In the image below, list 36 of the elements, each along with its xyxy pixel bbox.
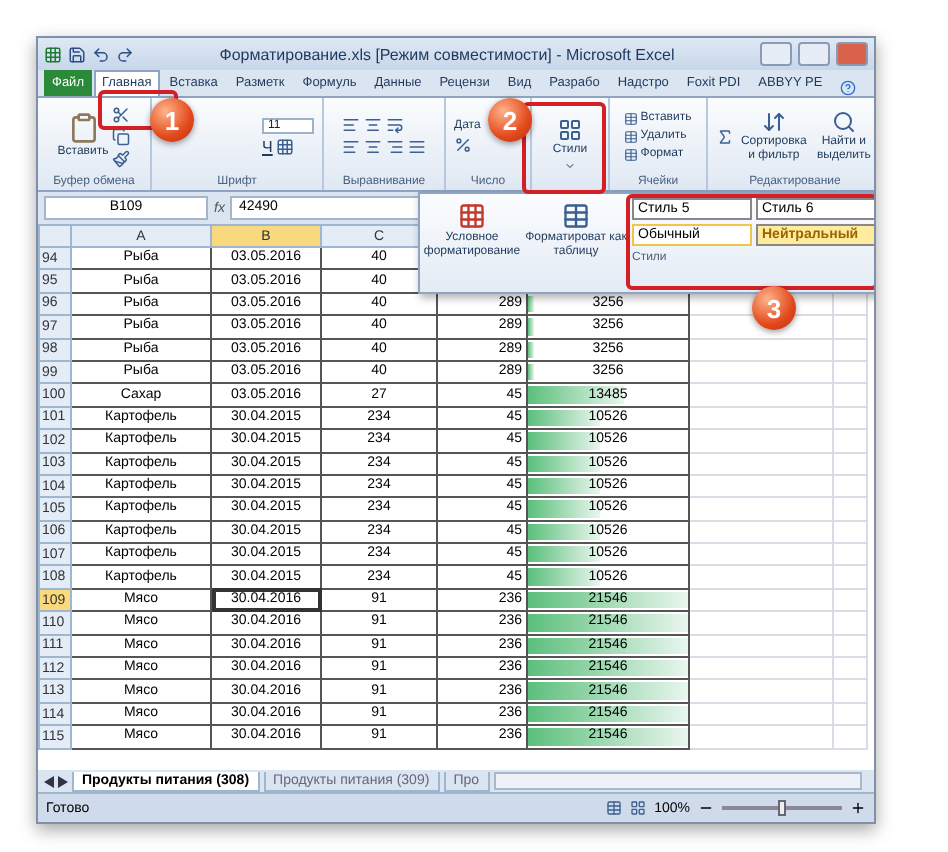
format-painter-icon[interactable] [112,149,131,167]
align-middle-icon[interactable] [364,116,382,134]
excel-logo-icon [44,45,62,63]
zoom-thumb[interactable] [778,800,786,816]
cut-icon[interactable] [112,105,131,123]
clipboard-icon [67,112,99,144]
sort-icon [761,109,786,133]
align-right-icon[interactable] [386,138,404,156]
undo-icon[interactable] [92,45,110,63]
horizontal-scrollbar[interactable] [493,772,862,790]
wrap-text-icon[interactable] [386,116,404,134]
styles-icon [557,117,582,141]
help-icon[interactable] [840,80,857,96]
align-center-icon[interactable] [364,138,382,156]
redo-icon[interactable] [116,45,134,63]
table-icon [624,111,639,125]
zoom-in-icon[interactable] [850,800,866,816]
page-layout-icon[interactable] [630,800,647,816]
window-title: Форматирование.xls [Режим совместимости] - Microsoft Excel [217,45,677,63]
save-icon[interactable] [68,45,86,63]
autosum-icon[interactable] [716,127,734,145]
merge-icon[interactable] [408,138,426,156]
sheet-navigation-icon[interactable] [44,775,68,787]
caret-icon [563,159,576,171]
table-icon [562,202,590,230]
underline-button[interactable]: Ч [262,137,273,155]
align-left-icon[interactable] [342,138,360,156]
align-top-icon[interactable] [342,116,360,134]
table-icon [624,129,639,143]
normal-view-icon[interactable] [606,800,623,816]
table-icon [624,147,639,161]
percent-icon[interactable] [454,135,472,153]
copy-icon[interactable] [112,127,131,145]
search-icon [831,109,856,133]
borders-icon[interactable] [276,137,295,155]
conditional-format-icon [458,202,486,230]
